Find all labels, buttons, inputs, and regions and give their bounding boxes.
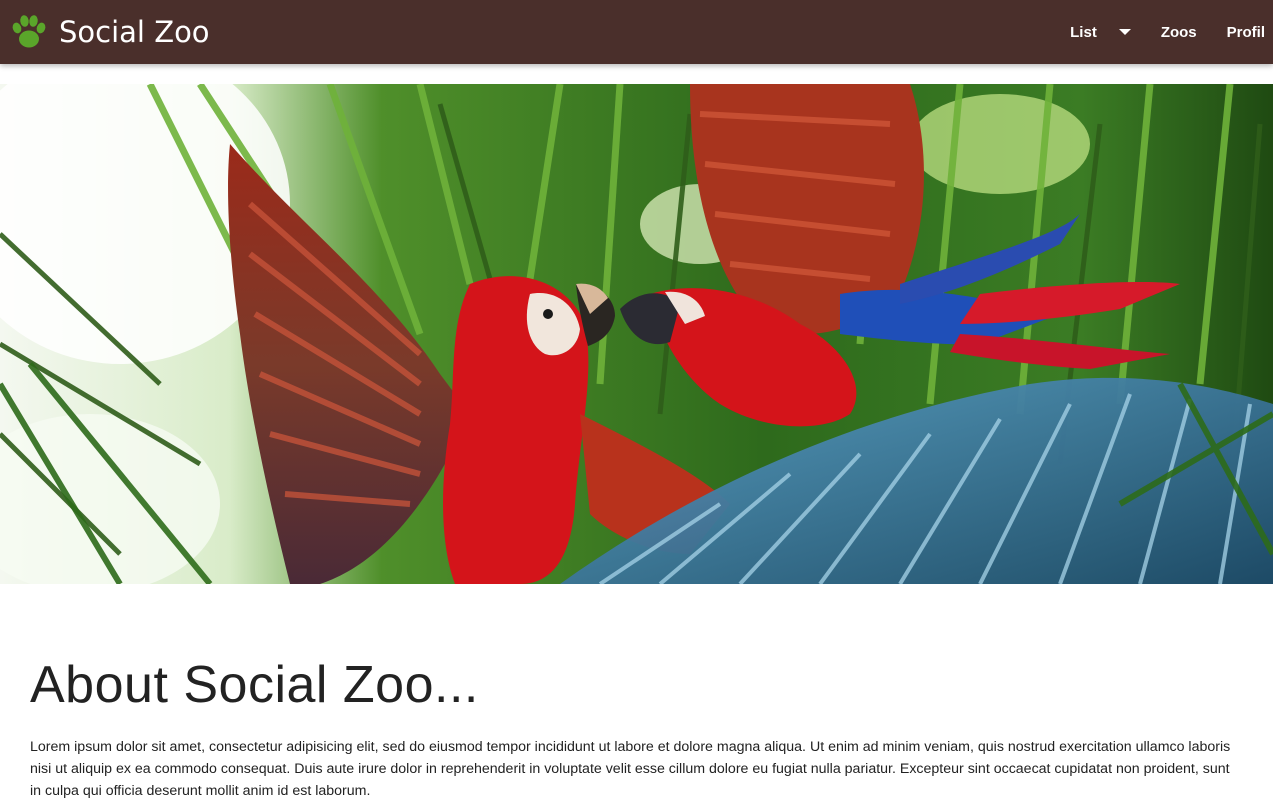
- nav-menu: List Zoos Profil: [1070, 0, 1273, 64]
- nav-list-label: List: [1070, 23, 1097, 41]
- nav-zoos-link[interactable]: Zoos: [1161, 0, 1197, 64]
- nav-list-dropdown[interactable]: List: [1070, 0, 1131, 64]
- about-body: Lorem ipsum dolor sit amet, consectetur …: [30, 739, 1231, 799]
- nav-profil-label: Profil: [1226, 23, 1265, 41]
- top-navbar: Social Zoo List Zoos Profil: [0, 0, 1273, 64]
- about-section: About Social Zoo... Lorem ipsum dolor si…: [30, 640, 1243, 802]
- macaws-image: [0, 84, 1273, 584]
- brand-link[interactable]: Social Zoo: [9, 7, 210, 57]
- paw-icon: [12, 15, 46, 48]
- about-title: About Social Zoo...: [30, 656, 479, 714]
- caret-down-icon: [1118, 29, 1131, 35]
- nav-zoos-label: Zoos: [1160, 23, 1197, 41]
- nav-profil-link[interactable]: Profil: [1227, 0, 1265, 64]
- brand-name: Social Zoo: [59, 15, 210, 49]
- hero-image: [0, 84, 1273, 584]
